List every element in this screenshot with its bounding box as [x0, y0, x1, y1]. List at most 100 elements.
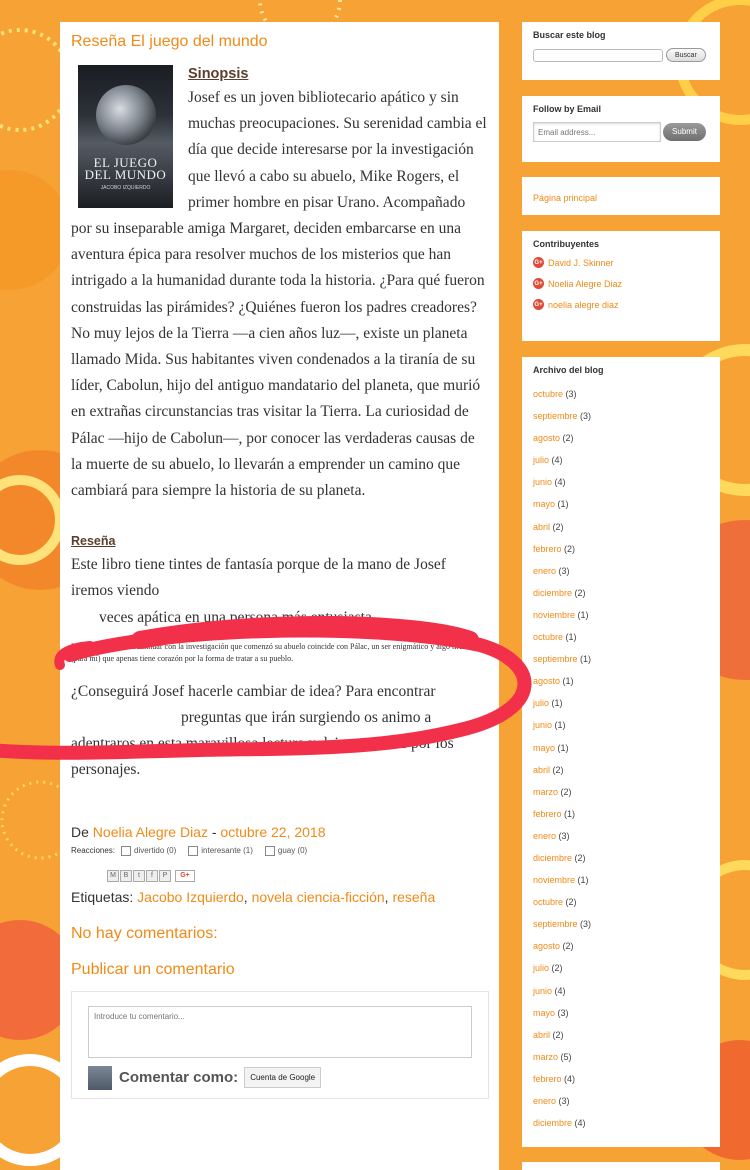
- archive-item[interactable]: diciembre (2): [533, 847, 709, 869]
- archive-item[interactable]: diciembre (4): [533, 1112, 709, 1134]
- gplus-icon[interactable]: G+: [175, 869, 195, 882]
- reaction-checkbox-divertido[interactable]: [121, 845, 132, 856]
- archive-month-link[interactable]: junio: [533, 477, 552, 487]
- search-input[interactable]: [533, 48, 663, 62]
- archive-month-link[interactable]: febrero: [533, 1074, 562, 1084]
- label-link[interactable]: Jacobo Izquierdo: [137, 889, 244, 905]
- facebook-icon[interactable]: f: [146, 869, 158, 882]
- archive-count: (3): [580, 411, 592, 422]
- archive-month-link[interactable]: mayo: [533, 1008, 555, 1018]
- archive-month-link[interactable]: enero: [533, 831, 556, 841]
- book-cover-image[interactable]: EL JUEGO DEL MUNDO JACOBO IZQUIERDO: [78, 65, 173, 208]
- archive-month-link[interactable]: junio: [533, 720, 552, 730]
- contributor-item[interactable]: G+ David J. Skinner: [533, 257, 709, 268]
- archive-item[interactable]: marzo (2): [533, 781, 709, 803]
- archive-month-link[interactable]: abril: [533, 1030, 550, 1040]
- archive-month-link[interactable]: junio: [533, 986, 552, 996]
- archive-item[interactable]: junio (1): [533, 714, 709, 736]
- archive-item[interactable]: febrero (1): [533, 803, 709, 825]
- email-row: Submit: [533, 122, 709, 142]
- archive-item[interactable]: mayo (1): [533, 493, 709, 515]
- archive-month-link[interactable]: agosto: [533, 676, 560, 686]
- twitter-icon[interactable]: t: [133, 869, 145, 882]
- archive-month-link[interactable]: septiembre: [533, 919, 578, 929]
- archive-item[interactable]: enero (3): [533, 1090, 709, 1112]
- author-link[interactable]: Noelia Alegre Diaz: [93, 824, 208, 840]
- archive-month-link[interactable]: julio: [533, 963, 549, 973]
- archive-month-link[interactable]: diciembre: [533, 853, 572, 863]
- archive-item[interactable]: abril (2): [533, 759, 709, 781]
- archive-item[interactable]: abril (2): [533, 516, 709, 538]
- archive-item[interactable]: diciembre (2): [533, 582, 709, 604]
- archive-month-link[interactable]: marzo: [533, 1052, 558, 1062]
- archive-item[interactable]: agosto (1): [533, 670, 709, 692]
- reaction-checkbox-guay[interactable]: [264, 845, 275, 856]
- archive-item[interactable]: julio (1): [533, 692, 709, 714]
- cover-title: EL JUEGO DEL MUNDO: [84, 155, 167, 182]
- archive-count: (5): [560, 1051, 572, 1062]
- archive-month-link[interactable]: febrero: [533, 809, 562, 819]
- email-field[interactable]: [533, 122, 661, 142]
- archive-item[interactable]: noviembre (1): [533, 869, 709, 891]
- home-link[interactable]: Página principal: [533, 193, 597, 203]
- archive-item[interactable]: noviembre (1): [533, 604, 709, 626]
- comment-input[interactable]: [88, 1005, 472, 1058]
- archive-item[interactable]: septiembre (1): [533, 648, 709, 670]
- archive-item[interactable]: febrero (4): [533, 1068, 709, 1090]
- archive-month-link[interactable]: agosto: [533, 433, 560, 443]
- archive-month-link[interactable]: septiembre: [533, 654, 578, 664]
- archive-item[interactable]: febrero (2): [533, 538, 709, 560]
- archive-item[interactable]: octubre (1): [533, 626, 709, 648]
- date-link[interactable]: octubre 22, 2018: [220, 824, 325, 840]
- archive-month-link[interactable]: noviembre: [533, 610, 575, 620]
- archive-month-link[interactable]: abril: [533, 765, 550, 775]
- label-link[interactable]: reseña: [392, 889, 435, 905]
- archive-month-link[interactable]: julio: [533, 455, 549, 465]
- archive-month-link[interactable]: mayo: [533, 743, 555, 753]
- pinterest-icon[interactable]: P: [159, 869, 171, 882]
- archive-item[interactable]: julio (2): [533, 957, 709, 979]
- archive-month-link[interactable]: abril: [533, 522, 550, 532]
- archive-month-link[interactable]: octubre: [533, 389, 563, 399]
- archive-item[interactable]: agosto (2): [533, 935, 709, 957]
- archive-item[interactable]: mayo (1): [533, 737, 709, 759]
- archive-item[interactable]: marzo (5): [533, 1046, 709, 1068]
- archive-item[interactable]: octubre (3): [533, 383, 709, 405]
- search-button[interactable]: Buscar: [666, 48, 706, 62]
- archive-item[interactable]: julio (4): [533, 449, 709, 471]
- label-link[interactable]: novela ciencia-ficción: [252, 889, 385, 905]
- archive-item[interactable]: octubre (2): [533, 891, 709, 913]
- post-title[interactable]: Reseña El juego del mundo: [71, 33, 488, 51]
- archive-count: (2): [560, 786, 572, 797]
- archive-month-link[interactable]: diciembre: [533, 1118, 572, 1128]
- archive-item[interactable]: agosto (2): [533, 427, 709, 449]
- archive-item[interactable]: mayo (3): [533, 1002, 709, 1024]
- archive-month-link[interactable]: septiembre: [533, 411, 578, 421]
- archive-month-link[interactable]: octubre: [533, 632, 563, 642]
- archive-item[interactable]: septiembre (3): [533, 913, 709, 935]
- archive-item[interactable]: abril (2): [533, 1024, 709, 1046]
- archive-month-link[interactable]: octubre: [533, 897, 563, 907]
- blog-icon[interactable]: B: [120, 869, 132, 882]
- contributor-item[interactable]: G+ Noelia Alegre Diaz: [533, 278, 709, 289]
- archive-item[interactable]: junio (4): [533, 980, 709, 1002]
- archive-month-link[interactable]: noviembre: [533, 875, 575, 885]
- archive-month-link[interactable]: mayo: [533, 499, 555, 509]
- reaction-label: divertido (0): [134, 846, 177, 856]
- archive-month-link[interactable]: agosto: [533, 941, 560, 951]
- archive-month-link[interactable]: julio: [533, 698, 549, 708]
- email-submit-button[interactable]: Submit: [663, 123, 706, 141]
- archive-item[interactable]: junio (4): [533, 471, 709, 493]
- archive-item[interactable]: enero (3): [533, 825, 709, 847]
- archive-item[interactable]: septiembre (3): [533, 405, 709, 427]
- archive-month-link[interactable]: febrero: [533, 544, 562, 554]
- email-icon[interactable]: M: [107, 869, 119, 882]
- contributor-item[interactable]: G+ noelia alegre diaz: [533, 299, 709, 310]
- archive-month-link[interactable]: diciembre: [533, 588, 572, 598]
- archive-item[interactable]: enero (3): [533, 560, 709, 582]
- archive-month-link[interactable]: marzo: [533, 787, 558, 797]
- account-select-button[interactable]: Cuenta de Google: [244, 1067, 322, 1089]
- reaction-checkbox-interesante[interactable]: [188, 845, 199, 856]
- archive-month-link[interactable]: enero: [533, 566, 556, 576]
- archive-month-link[interactable]: enero: [533, 1096, 556, 1106]
